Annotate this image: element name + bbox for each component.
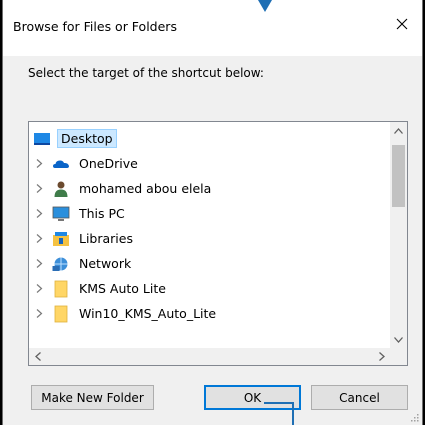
title-bar: Browse for Files or Folders [3, 0, 422, 56]
make-new-folder-button[interactable]: Make New Folder [31, 385, 154, 410]
tree-item-win10-kms-auto-lite[interactable]: Win10_KMS_Auto_Lite [29, 301, 390, 326]
tree-item-libraries[interactable]: Libraries [29, 226, 390, 251]
chevron-up-icon [394, 127, 403, 134]
network-icon [52, 255, 70, 273]
folder-icon [52, 305, 70, 323]
tree-item-user[interactable]: mohamed abou elela [29, 176, 390, 201]
close-button[interactable] [392, 14, 412, 34]
chevron-down-icon [394, 336, 403, 343]
tree-item-kms-auto-lite[interactable]: KMS Auto Lite [29, 276, 390, 301]
chevron-right-icon[interactable] [32, 207, 46, 221]
resize-grip-icon[interactable] [409, 412, 419, 422]
chevron-right-icon[interactable] [32, 182, 46, 196]
ok-button[interactable]: OK [204, 385, 301, 410]
vertical-scrollbar[interactable] [390, 122, 407, 348]
tree-item-onedrive[interactable]: OneDrive [29, 151, 390, 176]
scroll-down-button[interactable] [390, 331, 407, 348]
tree-item-label: mohamed abou elela [79, 181, 212, 196]
chevron-right-icon[interactable] [32, 232, 46, 246]
user-icon [52, 180, 70, 198]
monitor-icon [52, 205, 70, 223]
folder-tree[interactable]: Desktop OneDrive mohamed abou elela This… [28, 121, 408, 366]
dialog-prompt: Select the target of the shortcut below: [28, 66, 264, 80]
tree-item-label: Desktop [57, 129, 117, 148]
onedrive-cloud-icon [52, 155, 70, 173]
desktop-icon [33, 130, 51, 148]
close-icon [396, 18, 408, 30]
scroll-right-button[interactable] [373, 348, 390, 365]
folder-icon [52, 280, 70, 298]
libraries-icon [52, 230, 70, 248]
tree-item-this-pc[interactable]: This PC [29, 201, 390, 226]
scroll-up-button[interactable] [390, 122, 407, 139]
scroll-left-button[interactable] [29, 348, 46, 365]
tree-item-label: OneDrive [79, 156, 138, 171]
tree-item-label: Network [79, 256, 132, 271]
tree-item-label: KMS Auto Lite [79, 281, 166, 296]
chevron-left-icon [34, 352, 41, 361]
callout-line [264, 402, 294, 404]
tree-item-label: Libraries [79, 231, 133, 246]
scrollbar-corner [390, 348, 407, 365]
cancel-button[interactable]: Cancel [311, 385, 408, 410]
chevron-right-icon[interactable] [32, 282, 46, 296]
chevron-right-icon[interactable] [32, 257, 46, 271]
vertical-scroll-thumb[interactable] [392, 145, 405, 207]
dialog-title: Browse for Files or Folders [13, 19, 177, 34]
folder-tree-list: Desktop OneDrive mohamed abou elela This… [29, 122, 390, 348]
chevron-right-icon[interactable] [32, 157, 46, 171]
tree-item-label: Win10_KMS_Auto_Lite [79, 306, 217, 321]
browse-dialog: Browse for Files or Folders Select the t… [2, 0, 423, 425]
chevron-right-icon [378, 352, 385, 361]
horizontal-scrollbar[interactable] [29, 348, 390, 365]
callout-arrow-icon [258, 0, 272, 12]
chevron-right-icon[interactable] [32, 307, 46, 321]
callout-line [292, 402, 294, 425]
tree-item-desktop[interactable]: Desktop [29, 126, 390, 151]
tree-item-label: This PC [79, 206, 125, 221]
tree-item-network[interactable]: Network [29, 251, 390, 276]
